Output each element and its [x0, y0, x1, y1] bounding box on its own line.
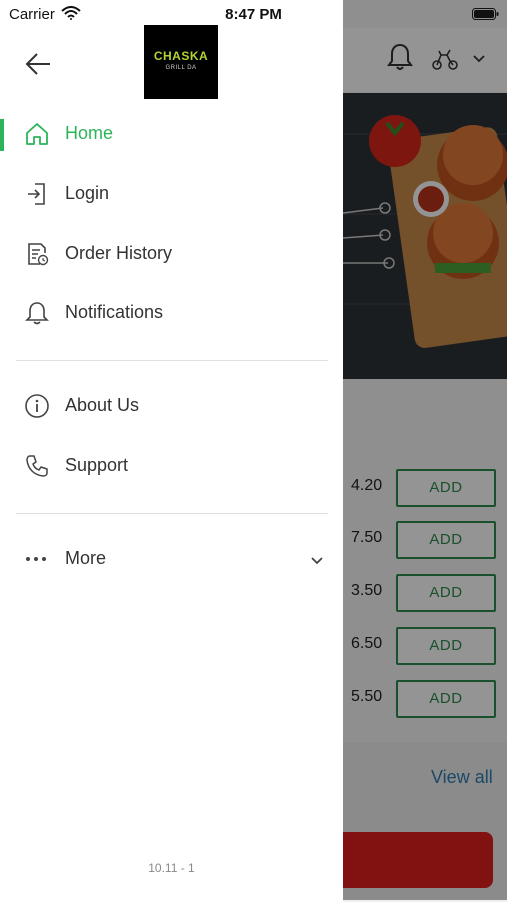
chevron-down-icon[interactable]	[310, 556, 324, 566]
more-icon	[26, 557, 46, 561]
phone-icon	[26, 455, 48, 477]
info-icon	[25, 394, 49, 418]
order-history-icon	[28, 243, 49, 266]
battery-icon	[472, 8, 499, 20]
sidebar-item-label: Home	[65, 123, 114, 143]
status-bar: Carrier 8:47 PM	[0, 0, 507, 28]
sidebar-item-support[interactable]: Support	[0, 441, 343, 493]
logo-tagline: GRILL DA	[165, 65, 197, 71]
sidebar-item-login[interactable]: Login	[0, 169, 343, 221]
dim-overlay[interactable]	[343, 0, 507, 900]
sidebar-item-more[interactable]: More	[0, 534, 343, 586]
sidebar-item-order-history[interactable]: Order History	[0, 229, 343, 281]
home-icon	[26, 123, 48, 145]
sidebar-item-label: More	[65, 548, 107, 568]
sidebar-item-about-us[interactable]: About Us	[0, 381, 343, 433]
sidebar-item-label: Notifications	[65, 302, 164, 322]
logo-name: CHASKA	[153, 49, 209, 63]
menu-divider	[16, 360, 328, 361]
restaurant-logo: CHASKA GRILL DA	[144, 25, 218, 99]
status-time: 8:47 PM	[225, 6, 282, 23]
sidebar-item-home[interactable]: Home	[0, 109, 343, 161]
sidebar-item-label: About Us	[65, 395, 140, 415]
sidebar-item-label: Login	[65, 183, 110, 203]
menu-divider	[16, 513, 328, 514]
sidebar-item-notifications[interactable]: Notifications	[0, 288, 343, 340]
navigation-drawer: CHASKA GRILL DA Home Login Order History…	[0, 0, 343, 900]
sidebar-item-label: Support	[65, 455, 129, 475]
sidebar-item-label: Order History	[65, 243, 173, 263]
login-icon	[28, 183, 45, 205]
app-version: 10.11 - 1	[148, 861, 195, 875]
bell-icon	[25, 302, 49, 325]
back-arrow-icon[interactable]	[24, 50, 54, 78]
